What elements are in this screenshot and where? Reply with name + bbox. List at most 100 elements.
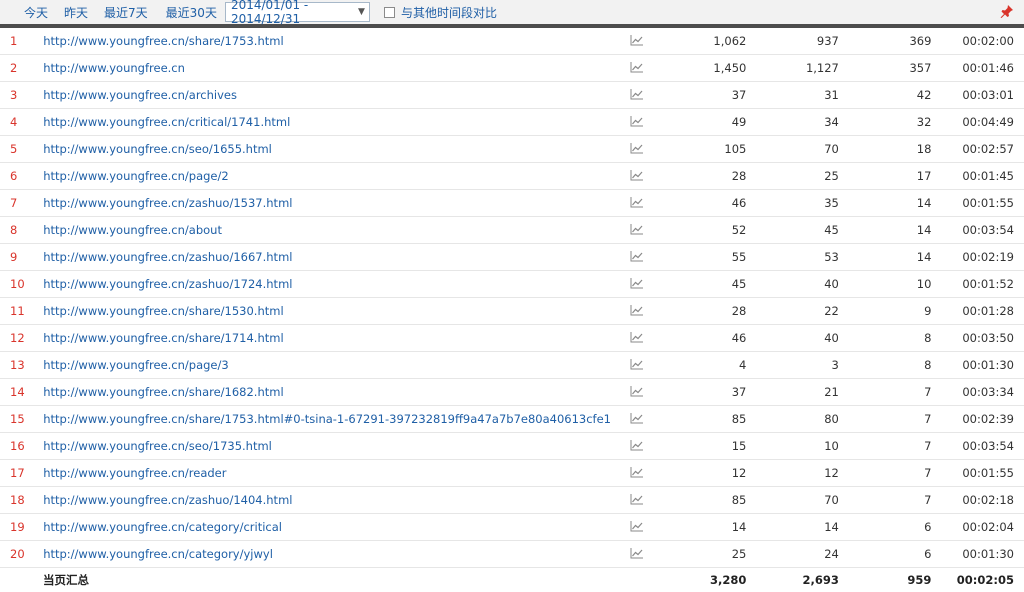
line-chart-icon[interactable] bbox=[630, 169, 644, 184]
line-chart-icon[interactable] bbox=[630, 142, 644, 157]
metric-3: 10 bbox=[839, 271, 932, 298]
page-url-link[interactable]: http://www.youngfree.cn/zashuo/1667.html bbox=[43, 250, 292, 264]
row-index: 13 bbox=[0, 352, 36, 379]
line-chart-icon[interactable] bbox=[630, 196, 644, 211]
metric-2: 1,127 bbox=[746, 55, 839, 82]
metric-1: 28 bbox=[660, 163, 747, 190]
metric-3: 7 bbox=[839, 460, 932, 487]
range-last30-button[interactable]: 最近30天 bbox=[166, 4, 217, 21]
line-chart-icon[interactable] bbox=[630, 520, 644, 535]
table-row: 2http://www.youngfree.cn1,4501,12735700:… bbox=[0, 55, 1024, 82]
line-chart-icon[interactable] bbox=[630, 115, 644, 130]
page-url-link[interactable]: http://www.youngfree.cn/seo/1735.html bbox=[43, 439, 272, 453]
table-row: 11http://www.youngfree.cn/share/1530.htm… bbox=[0, 298, 1024, 325]
row-index: 16 bbox=[0, 433, 36, 460]
line-chart-icon[interactable] bbox=[630, 34, 644, 49]
metric-3: 7 bbox=[839, 406, 932, 433]
avg-time: 00:04:49 bbox=[931, 109, 1024, 136]
metric-1: 12 bbox=[660, 460, 747, 487]
page-url-link[interactable]: http://www.youngfree.cn/share/1714.html bbox=[43, 331, 283, 345]
line-chart-icon[interactable] bbox=[630, 412, 644, 427]
metric-2: 40 bbox=[746, 271, 839, 298]
page-url-link[interactable]: http://www.youngfree.cn/page/3 bbox=[43, 358, 229, 372]
line-chart-icon[interactable] bbox=[630, 547, 644, 562]
row-index: 10 bbox=[0, 271, 36, 298]
metric-1: 52 bbox=[660, 217, 747, 244]
metric-1: 25 bbox=[660, 541, 747, 568]
metric-2: 3 bbox=[746, 352, 839, 379]
table-row: 14http://www.youngfree.cn/share/1682.htm… bbox=[0, 379, 1024, 406]
metric-3: 42 bbox=[839, 82, 932, 109]
metric-3: 7 bbox=[839, 379, 932, 406]
pin-icon[interactable] bbox=[1000, 4, 1014, 21]
avg-time: 00:03:54 bbox=[931, 433, 1024, 460]
date-range-picker[interactable]: 2014/01/01 - 2014/12/31 ▼ bbox=[225, 2, 370, 22]
line-chart-icon[interactable] bbox=[630, 439, 644, 454]
row-index: 3 bbox=[0, 82, 36, 109]
metric-1: 85 bbox=[660, 406, 747, 433]
row-index: 19 bbox=[0, 514, 36, 541]
avg-time: 00:01:30 bbox=[931, 541, 1024, 568]
row-index: 7 bbox=[0, 190, 36, 217]
metric-3: 14 bbox=[839, 190, 932, 217]
page-url-link[interactable]: http://www.youngfree.cn/zashuo/1537.html bbox=[43, 196, 292, 210]
page-url-link[interactable]: http://www.youngfree.cn/about bbox=[43, 223, 222, 237]
compare-checkbox[interactable] bbox=[384, 7, 395, 18]
page-url-link[interactable]: http://www.youngfree.cn/page/2 bbox=[43, 169, 229, 183]
avg-time: 00:03:34 bbox=[931, 379, 1024, 406]
page-url-link[interactable]: http://www.youngfree.cn/share/1682.html bbox=[43, 385, 283, 399]
table-row: 1http://www.youngfree.cn/share/1753.html… bbox=[0, 28, 1024, 55]
page-url-link[interactable]: http://www.youngfree.cn/zashuo/1724.html bbox=[43, 277, 292, 291]
range-yesterday-button[interactable]: 昨天 bbox=[64, 4, 88, 21]
table-row: 5http://www.youngfree.cn/seo/1655.html10… bbox=[0, 136, 1024, 163]
page-url-link[interactable]: http://www.youngfree.cn/share/1530.html bbox=[43, 304, 283, 318]
row-index: 8 bbox=[0, 217, 36, 244]
line-chart-icon[interactable] bbox=[630, 358, 644, 373]
range-today-button[interactable]: 今天 bbox=[24, 4, 48, 21]
metric-2: 70 bbox=[746, 487, 839, 514]
table-row: 8http://www.youngfree.cn/about52451400:0… bbox=[0, 217, 1024, 244]
avg-time: 00:01:30 bbox=[931, 352, 1024, 379]
metric-2: 21 bbox=[746, 379, 839, 406]
pages-table: 1http://www.youngfree.cn/share/1753.html… bbox=[0, 28, 1024, 592]
metric-3: 14 bbox=[839, 217, 932, 244]
line-chart-icon[interactable] bbox=[630, 331, 644, 346]
page-url-link[interactable]: http://www.youngfree.cn bbox=[43, 61, 185, 75]
pages-table-body: 1http://www.youngfree.cn/share/1753.html… bbox=[0, 28, 1024, 568]
metric-2: 35 bbox=[746, 190, 839, 217]
line-chart-icon[interactable] bbox=[630, 223, 644, 238]
page-url-link[interactable]: http://www.youngfree.cn/critical/1741.ht… bbox=[43, 115, 290, 129]
line-chart-icon[interactable] bbox=[630, 385, 644, 400]
avg-time: 00:02:18 bbox=[931, 487, 1024, 514]
avg-time: 00:01:55 bbox=[931, 190, 1024, 217]
metric-2: 10 bbox=[746, 433, 839, 460]
page-url-link[interactable]: http://www.youngfree.cn/category/critica… bbox=[43, 520, 282, 534]
page-url-link[interactable]: http://www.youngfree.cn/seo/1655.html bbox=[43, 142, 272, 156]
line-chart-icon[interactable] bbox=[630, 61, 644, 76]
table-row: 18http://www.youngfree.cn/zashuo/1404.ht… bbox=[0, 487, 1024, 514]
avg-time: 00:03:50 bbox=[931, 325, 1024, 352]
table-row: 3http://www.youngfree.cn/archives3731420… bbox=[0, 82, 1024, 109]
total-c3: 959 bbox=[839, 568, 932, 592]
metric-2: 34 bbox=[746, 109, 839, 136]
line-chart-icon[interactable] bbox=[630, 277, 644, 292]
page-url-link[interactable]: http://www.youngfree.cn/share/1753.html#… bbox=[43, 412, 611, 426]
line-chart-icon[interactable] bbox=[630, 88, 644, 103]
row-index: 12 bbox=[0, 325, 36, 352]
line-chart-icon[interactable] bbox=[630, 304, 644, 319]
date-range-value: 2014/01/01 - 2014/12/31 bbox=[231, 0, 358, 26]
page-url-link[interactable]: http://www.youngfree.cn/share/1753.html bbox=[43, 34, 283, 48]
avg-time: 00:01:55 bbox=[931, 460, 1024, 487]
table-row: 7 http://www.youngfree.cn/zashuo/1537.htm… bbox=[0, 190, 1024, 217]
page-url-link[interactable]: http://www.youngfree.cn/zashuo/1404.html bbox=[43, 493, 292, 507]
page-url-link[interactable]: http://www.youngfree.cn/reader bbox=[43, 466, 226, 480]
line-chart-icon[interactable] bbox=[630, 493, 644, 508]
line-chart-icon[interactable] bbox=[630, 466, 644, 481]
compare-label[interactable]: 与其他时间段对比 bbox=[401, 4, 497, 21]
range-last7-button[interactable]: 最近7天 bbox=[104, 4, 148, 21]
line-chart-icon[interactable] bbox=[630, 250, 644, 265]
metric-2: 14 bbox=[746, 514, 839, 541]
page-url-link[interactable]: http://www.youngfree.cn/category/yjwyl bbox=[43, 547, 273, 561]
metric-1: 4 bbox=[660, 352, 747, 379]
page-url-link[interactable]: http://www.youngfree.cn/archives bbox=[43, 88, 237, 102]
